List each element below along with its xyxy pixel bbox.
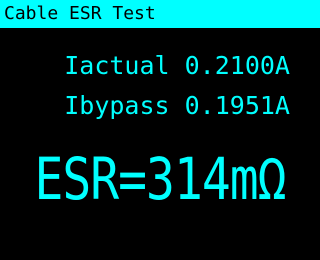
ibypass-reading: Ibypass 0.1951A: [64, 91, 290, 120]
esr-result: ESR=314mΩ: [34, 146, 286, 214]
iactual-reading: Iactual 0.2100A: [64, 51, 290, 80]
title-bar: Cable ESR Test: [0, 0, 320, 28]
tester-screen: Cable ESR Test Iactual 0.2100A Ibypass 0…: [0, 0, 320, 260]
